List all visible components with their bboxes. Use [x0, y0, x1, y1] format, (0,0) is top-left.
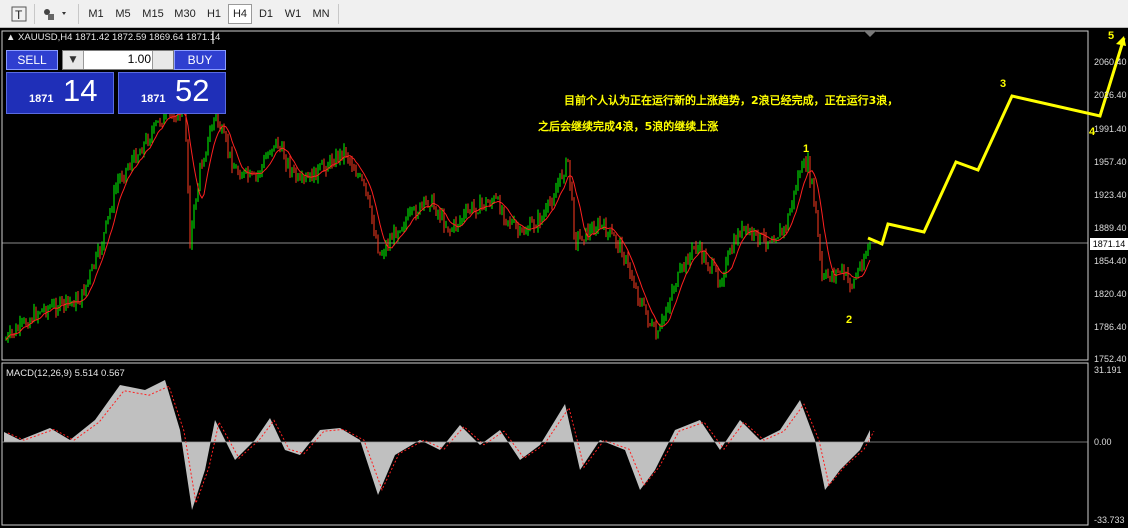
lot-size-field[interactable]: ▼ 1.00: [62, 50, 174, 70]
wave-label-3: 3: [1000, 78, 1007, 90]
wave-label-1: 1: [803, 143, 810, 155]
price-tick: 1820.40: [1094, 289, 1127, 299]
buy-price-box[interactable]: 1871 52: [118, 72, 226, 114]
annotation-text: 之后会继续完成4浪，5浪的继续上涨: [538, 120, 719, 133]
moving-average-line: [5, 112, 871, 341]
macd-tick: 31.191: [1094, 365, 1122, 375]
macd-tick: 0.00: [1094, 437, 1112, 447]
one-click-trading-panel: SELL ▼ 1.00 BUY 1871 14 1871 52: [4, 48, 226, 114]
wave-projection-line: [867, 37, 1126, 247]
price-tick: 1752.40: [1094, 354, 1127, 364]
symbol-info: ▲ XAUUSD,H4 1871.42 1872.59 1869.64 1871…: [6, 32, 220, 43]
sell-price-big: 14: [63, 73, 98, 108]
chart-shift-marker: [864, 31, 876, 37]
wave-label-5: 5: [1108, 30, 1115, 42]
current-price-label: 1871.14: [1090, 238, 1128, 250]
price-tick: 1991.40: [1094, 124, 1127, 134]
wave-label-4: 4: [1089, 126, 1096, 138]
price-tick: 1889.40: [1094, 223, 1127, 233]
price-tick: 1957.40: [1094, 157, 1127, 167]
price-tick: 1854.40: [1094, 256, 1127, 266]
symbol-line: XAUUSD,H4 1871.42 1872.59 1869.64 1871.1…: [18, 32, 221, 43]
macd-tick: -33.733: [1094, 515, 1125, 525]
annotation-text: 目前个人认为正在运行新的上涨趋势，2浪已经完成，正在运行3浪，: [564, 94, 899, 107]
price-tick: 1923.40: [1094, 190, 1127, 200]
collapse-arrow-icon[interactable]: ▲: [6, 32, 15, 43]
buy-button[interactable]: BUY: [174, 50, 226, 70]
chevron-down-icon[interactable]: ▼: [63, 51, 84, 69]
projection-arrow-icon: [1116, 36, 1126, 46]
price-tick: 2060.40: [1094, 57, 1127, 67]
lot-spinner[interactable]: [152, 51, 173, 69]
buy-price-prefix: 1871: [141, 93, 166, 105]
sell-price-box[interactable]: 1871 14: [6, 72, 114, 114]
wave-label-2: 2: [846, 314, 853, 326]
sell-button[interactable]: SELL: [6, 50, 58, 70]
lot-value[interactable]: 1.00: [128, 52, 151, 66]
price-tick: 2026.40: [1094, 90, 1127, 100]
macd-label: MACD(12,26,9) 5.514 0.567: [6, 368, 125, 379]
buy-price-big: 52: [175, 73, 210, 108]
macd-histogram: [4, 380, 870, 510]
price-tick: 1786.40: [1094, 322, 1127, 332]
sell-price-prefix: 1871: [29, 93, 54, 105]
